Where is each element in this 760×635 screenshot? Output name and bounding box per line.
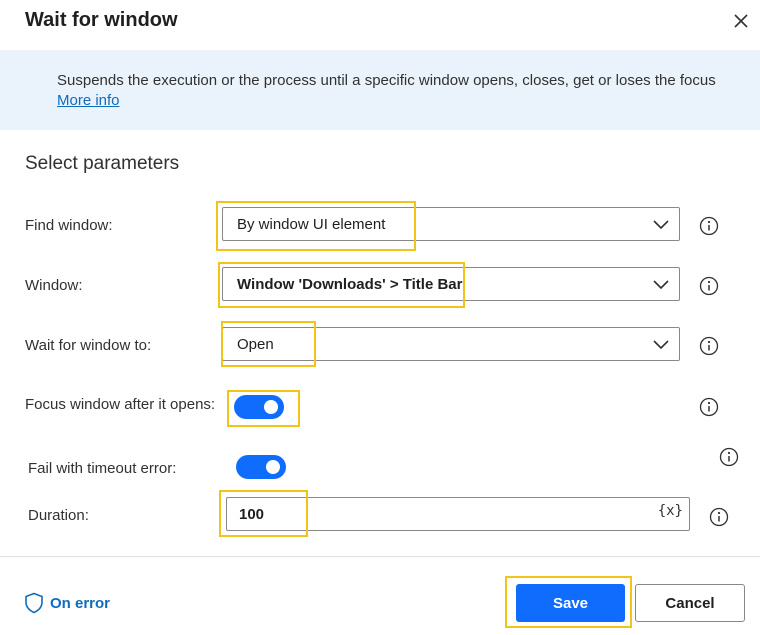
- window-dropdown[interactable]: Window 'Downloads' > Title Bar: [222, 267, 680, 301]
- wait-for-dropdown[interactable]: Open: [222, 327, 680, 361]
- info-banner: Suspends the execution or the process un…: [0, 50, 760, 130]
- wait-for-value: Open: [237, 336, 274, 353]
- section-title: Select parameters: [25, 153, 180, 174]
- wait-for-label: Wait for window to:: [25, 337, 152, 354]
- fail-timeout-label: Fail with timeout error:: [28, 460, 177, 477]
- chevron-down-icon: [653, 220, 669, 230]
- info-icon[interactable]: [699, 397, 719, 417]
- cancel-button[interactable]: Cancel: [635, 584, 745, 622]
- info-icon[interactable]: [699, 336, 719, 356]
- info-icon[interactable]: [719, 447, 739, 467]
- window-value: Window 'Downloads' > Title Bar: [237, 276, 463, 293]
- info-icon[interactable]: [699, 276, 719, 296]
- close-icon[interactable]: [731, 11, 751, 31]
- duration-input[interactable]: 100 {x}: [226, 497, 690, 531]
- fail-timeout-toggle[interactable]: [236, 455, 286, 479]
- dialog-title: Wait for window: [25, 9, 178, 31]
- focus-window-label: Focus window after it opens:: [25, 396, 216, 413]
- duration-label: Duration:: [28, 507, 89, 524]
- focus-window-toggle[interactable]: [234, 395, 284, 419]
- footer-divider: [0, 556, 760, 557]
- find-window-label: Find window:: [25, 217, 113, 234]
- chevron-down-icon: [653, 340, 669, 350]
- info-icon[interactable]: [699, 216, 719, 236]
- save-button[interactable]: Save: [516, 584, 625, 622]
- more-info-link[interactable]: More info: [57, 92, 120, 109]
- chevron-down-icon: [653, 280, 669, 290]
- toggle-knob: [264, 400, 278, 414]
- duration-value: 100: [239, 506, 265, 523]
- find-window-dropdown[interactable]: By window UI element: [222, 207, 680, 241]
- info-icon[interactable]: [709, 507, 729, 527]
- shield-icon: [25, 592, 43, 614]
- banner-description: Suspends the execution or the process un…: [57, 72, 716, 89]
- window-label: Window:: [25, 277, 83, 294]
- toggle-knob: [266, 460, 280, 474]
- find-window-value: By window UI element: [237, 216, 386, 233]
- variable-picker-button[interactable]: {x}: [658, 503, 683, 519]
- on-error-label: On error: [50, 595, 111, 612]
